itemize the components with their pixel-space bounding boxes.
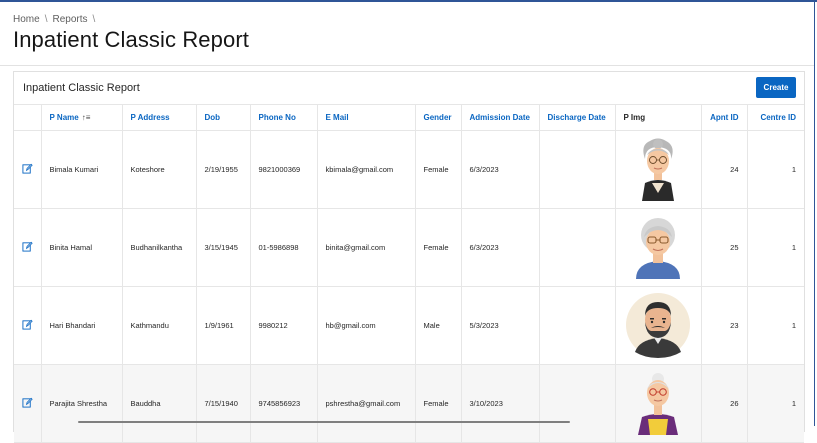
report-table: P Name ↑≡ P Address Dob Phone No E Mail G… xyxy=(14,105,804,443)
edit-icon[interactable] xyxy=(22,319,33,330)
edit-cell xyxy=(14,130,42,209)
patient-gender: Female xyxy=(415,364,462,443)
patient-image-cell xyxy=(615,208,702,287)
centre-id: 1 xyxy=(747,130,804,209)
table-row: Parajita Shrestha Bauddha 7/15/1940 9745… xyxy=(14,364,804,443)
breadcrumb: Home \ Reports \ xyxy=(13,14,100,25)
table-row: Hari Bhandari Kathmandu 1/9/1961 9980212… xyxy=(14,286,804,365)
column-header-email[interactable]: E Mail xyxy=(317,105,416,131)
old-woman-avatar xyxy=(638,372,678,435)
patient-phone: 01-5986898 xyxy=(250,208,318,287)
create-button[interactable]: Create xyxy=(756,77,796,98)
region-title: Inpatient Classic Report xyxy=(23,82,140,94)
centre-id: 1 xyxy=(747,208,804,287)
appointment-id: 24 xyxy=(701,130,748,209)
appointment-id: 23 xyxy=(701,286,748,365)
window-top-border xyxy=(0,0,817,2)
patient-email: hb@gmail.com xyxy=(317,286,416,365)
patient-gender: Male xyxy=(415,286,462,365)
breadcrumb-home-link[interactable]: Home xyxy=(13,14,40,25)
patient-name: Hari Bhandari xyxy=(41,286,123,365)
appointment-id: 25 xyxy=(701,208,748,287)
table-row: Binita Hamal Budhanilkantha 3/15/1945 01… xyxy=(14,208,804,287)
patient-image-cell xyxy=(615,286,702,365)
centre-id: 1 xyxy=(747,286,804,365)
bearded-man-avatar xyxy=(626,292,690,358)
patient-name: Binita Hamal xyxy=(41,208,123,287)
edit-icon[interactable] xyxy=(22,163,33,174)
elderly-woman-avatar xyxy=(642,138,674,201)
discharge-date xyxy=(539,364,616,443)
patient-address: Kathmandu xyxy=(122,286,197,365)
appointment-id: 26 xyxy=(701,364,748,443)
report-region: Inpatient Classic Report Create P Name ↑≡… xyxy=(13,71,805,443)
region-header: Inpatient Classic Report Create xyxy=(14,72,804,105)
edit-cell xyxy=(14,364,42,443)
patient-image-cell xyxy=(615,130,702,209)
discharge-date xyxy=(539,208,616,287)
patient-phone: 9980212 xyxy=(250,286,318,365)
patient-address: Koteshore xyxy=(122,130,197,209)
column-header-discharge-date[interactable]: Discharge Date xyxy=(539,105,616,131)
column-header-centre-id[interactable]: Centre ID xyxy=(747,105,804,131)
horizontal-scrollbar[interactable] xyxy=(78,421,570,423)
patient-dob: 7/15/1940 xyxy=(196,364,251,443)
header-row: P Name ↑≡ P Address Dob Phone No E Mail G… xyxy=(14,105,804,131)
header-divider xyxy=(0,65,814,66)
patient-name: Parajita Shrestha xyxy=(41,364,123,443)
edit-column-header xyxy=(14,105,42,131)
edit-cell xyxy=(14,208,42,287)
breadcrumb-separator: \ xyxy=(92,14,96,25)
patient-gender: Female xyxy=(415,208,462,287)
discharge-date xyxy=(539,130,616,209)
patient-name: Bimala Kumari xyxy=(41,130,123,209)
patient-dob: 1/9/1961 xyxy=(196,286,251,365)
edit-cell xyxy=(14,286,42,365)
admission-date: 6/3/2023 xyxy=(461,130,540,209)
breadcrumb-reports-link[interactable]: Reports xyxy=(52,14,87,25)
column-header-dob[interactable]: Dob xyxy=(196,105,251,131)
breadcrumb-separator: \ xyxy=(44,14,48,25)
patient-email: kbimala@gmail.com xyxy=(317,130,416,209)
admission-date: 3/10/2023 xyxy=(461,364,540,443)
column-header-phone-no[interactable]: Phone No xyxy=(250,105,318,131)
column-header-apnt-id[interactable]: Apnt ID xyxy=(701,105,748,131)
patient-email: binita@gmail.com xyxy=(317,208,416,287)
edit-icon[interactable] xyxy=(22,397,33,408)
column-header-gender[interactable]: Gender xyxy=(415,105,462,131)
column-header-p-img: P Img xyxy=(615,105,702,131)
column-header-p-name[interactable]: P Name ↑≡ xyxy=(41,105,123,131)
table-row: Bimala Kumari Koteshore 2/19/1955 982100… xyxy=(14,130,804,209)
centre-id: 1 xyxy=(747,364,804,443)
page-title: Inpatient Classic Report xyxy=(13,27,249,52)
discharge-date xyxy=(539,286,616,365)
patient-dob: 3/15/1945 xyxy=(196,208,251,287)
patient-dob: 2/19/1955 xyxy=(196,130,251,209)
patient-image-cell xyxy=(615,364,702,443)
edit-icon[interactable] xyxy=(22,241,33,252)
patient-address: Bauddha xyxy=(122,364,197,443)
patient-phone: 9745856923 xyxy=(250,364,318,443)
admission-date: 6/3/2023 xyxy=(461,208,540,287)
patient-email: pshrestha@gmail.com xyxy=(317,364,416,443)
admission-date: 5/3/2023 xyxy=(461,286,540,365)
sort-ascending-icon[interactable]: ↑≡ xyxy=(82,113,91,122)
column-header-p-address[interactable]: P Address xyxy=(122,105,197,131)
patient-gender: Female xyxy=(415,130,462,209)
window-right-border xyxy=(814,0,815,426)
column-header-label: P Name xyxy=(49,113,79,122)
grandmother-avatar xyxy=(636,217,680,279)
column-header-admission-date[interactable]: Admission Date xyxy=(461,105,540,131)
patient-phone: 9821000369 xyxy=(250,130,318,209)
patient-address: Budhanilkantha xyxy=(122,208,197,287)
